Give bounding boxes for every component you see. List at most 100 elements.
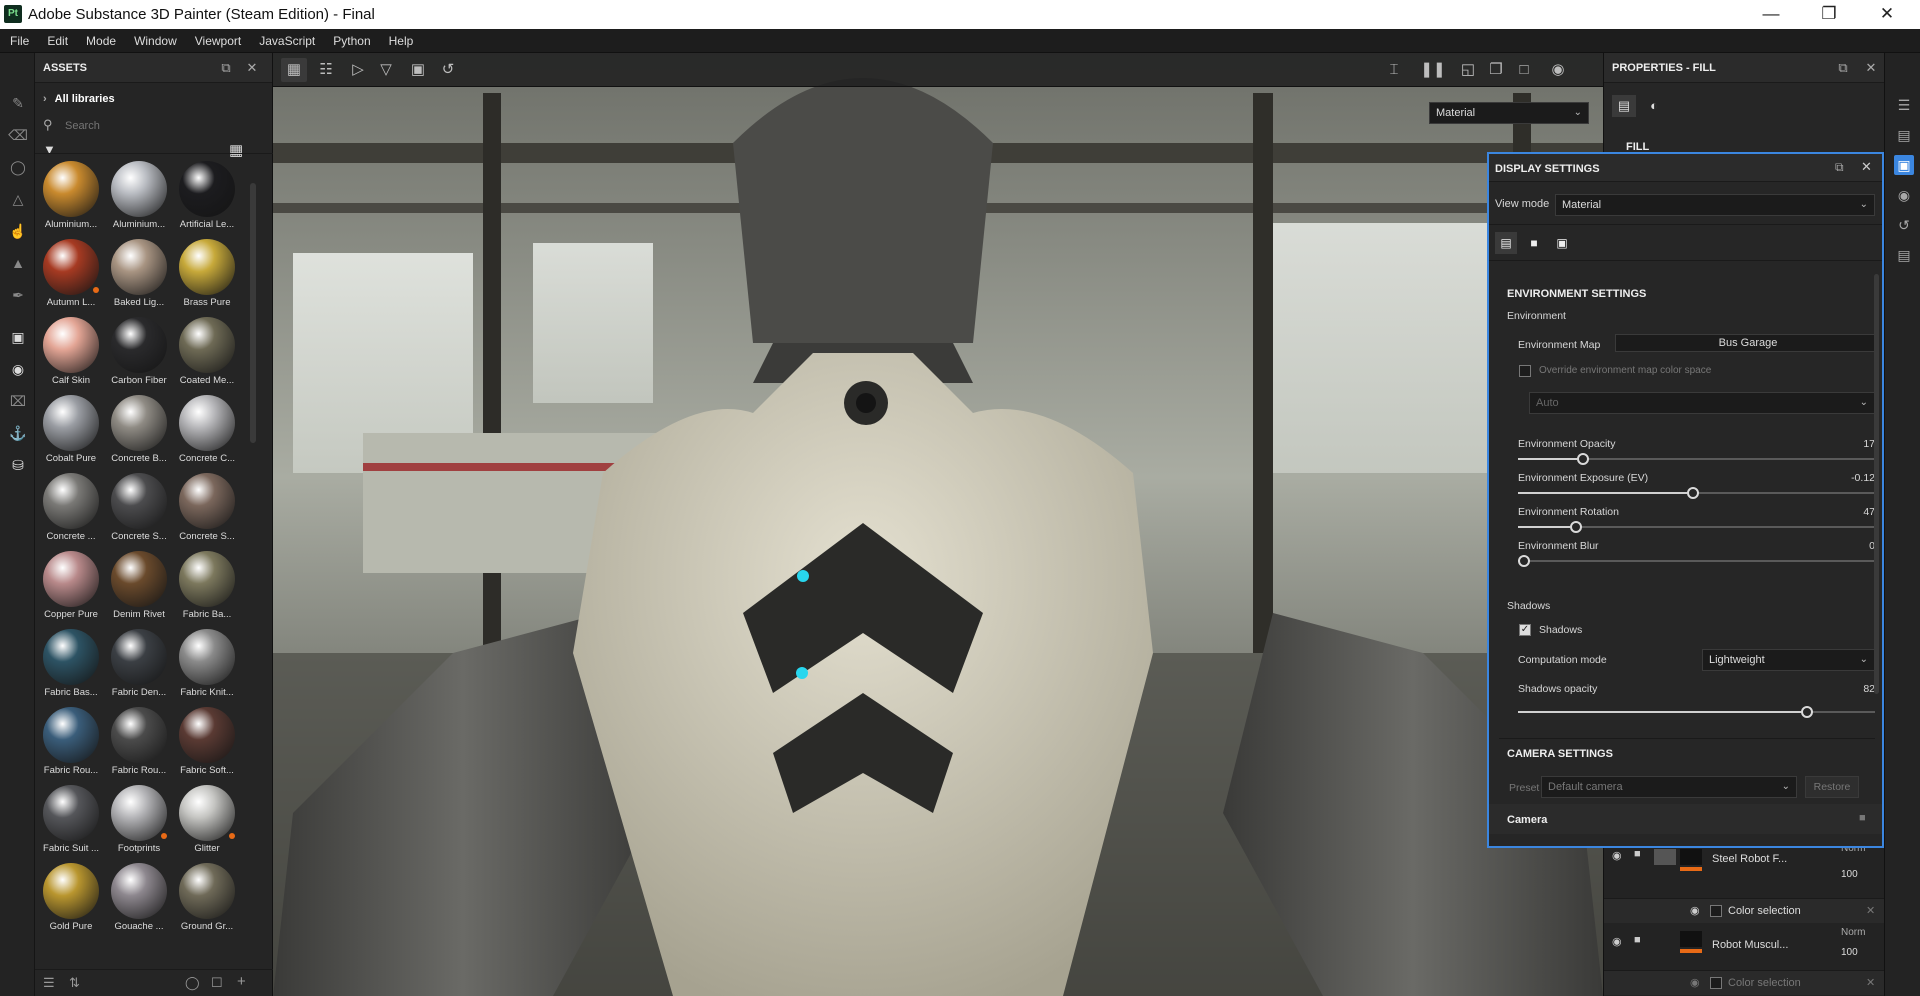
asset-thumbnail[interactable]: Concrete B... (107, 391, 171, 469)
asset-thumbnail[interactable]: Ground Gr... (175, 859, 239, 937)
eye-icon[interactable]: ◉ (1612, 935, 1622, 948)
fill-tab-icon[interactable]: ▤ (1612, 95, 1636, 117)
clone-stamp-icon[interactable]: ▲ (8, 253, 28, 273)
asset-thumbnail[interactable]: Calf Skin (39, 313, 103, 391)
log-icon[interactable]: ▤ (1894, 245, 1914, 265)
menu-file[interactable]: File (10, 29, 37, 53)
layer-row[interactable]: ◉ ■ Steel Robot F... Norm 100 (1604, 843, 1885, 899)
asset-thumbnail[interactable]: Fabric Soft... (175, 703, 239, 781)
camera-off-icon[interactable]: ⌶ (1381, 58, 1407, 82)
restore-button[interactable]: Restore (1805, 776, 1859, 798)
material-icon[interactable]: ◉ (8, 359, 28, 379)
blend-mode[interactable]: Norm (1841, 927, 1865, 938)
slider-knob[interactable] (1570, 521, 1582, 533)
undock-icon[interactable]: ⧉ (1835, 60, 1851, 76)
3d-viewport[interactable] (273, 53, 1603, 996)
asset-thumbnail[interactable]: Aluminium... (39, 157, 103, 235)
export-icon[interactable]: ⛁ (8, 455, 28, 475)
asset-thumbnail[interactable]: Fabric Rou... (107, 703, 171, 781)
environment-slider[interactable] (1518, 555, 1875, 567)
slider-knob[interactable] (1687, 487, 1699, 499)
mask-checkbox[interactable] (1710, 905, 1722, 917)
remove-icon[interactable]: ✕ (1866, 904, 1875, 917)
menu-mode[interactable]: Mode (86, 29, 124, 53)
asset-thumbnail[interactable]: Concrete C... (175, 391, 239, 469)
menu-javascript[interactable]: JavaScript (259, 29, 323, 53)
asset-thumbnail[interactable]: Fabric Ba... (175, 547, 239, 625)
asset-thumbnail[interactable]: Baked Lig... (107, 235, 171, 313)
asset-thumbnail[interactable]: Footprints (107, 781, 171, 859)
frame-icon[interactable]: ▣ (405, 58, 431, 82)
environment-slider[interactable] (1518, 487, 1875, 499)
screenshot-icon[interactable]: ◉ (1545, 58, 1571, 82)
asset-thumbnail[interactable]: Concrete S... (175, 469, 239, 547)
list-view-icon[interactable]: ☰ (43, 975, 55, 991)
smudge-icon[interactable]: ☝ (8, 221, 28, 241)
pause-icon[interactable]: ❚❚ (1420, 58, 1446, 82)
camera-tab-icon[interactable]: ■ (1523, 232, 1545, 254)
eraser-icon[interactable]: ⌫ (8, 125, 28, 145)
slider-knob[interactable] (1577, 453, 1589, 465)
library-selector[interactable]: › All libraries (43, 93, 115, 105)
slider-knob[interactable] (1801, 706, 1813, 718)
lock-icon[interactable]: ■ (1859, 812, 1866, 824)
layer-opacity[interactable]: 100 (1841, 869, 1858, 880)
view-2d-icon[interactable]: ◱ (1455, 58, 1481, 82)
eye-icon[interactable]: ◉ (1690, 904, 1700, 917)
display-settings-icon[interactable]: ▣ (1894, 155, 1914, 175)
asset-thumbnail[interactable]: Aluminium... (107, 157, 171, 235)
shadows-checkbox[interactable]: ✓ (1519, 624, 1531, 636)
minimize-button[interactable]: — (1742, 0, 1800, 29)
viewport-tab-icon[interactable]: ▣ (1551, 232, 1573, 254)
asset-thumbnail[interactable]: Gold Pure (39, 859, 103, 937)
refresh-icon[interactable]: ◯ (185, 975, 200, 991)
asset-thumbnail[interactable]: Concrete ... (39, 469, 103, 547)
new-folder-icon[interactable]: ☐ (211, 975, 223, 991)
camera-preset-select[interactable]: Default camera ⌄ (1541, 776, 1797, 798)
layer-row[interactable]: ◉ ■ Robot Muscul... Norm 100 (1604, 923, 1885, 971)
asset-thumbnail[interactable]: Coated Me... (175, 313, 239, 391)
environment-slider[interactable] (1518, 521, 1875, 533)
symmetry-icon[interactable]: ▦ (281, 58, 307, 82)
color-picker-icon[interactable]: ✒ (8, 285, 28, 305)
override-colorspace-checkbox[interactable] (1519, 365, 1531, 377)
environment-tab-icon[interactable]: ▤ (1495, 232, 1517, 254)
texture-set-icon[interactable]: ▤ (1894, 125, 1914, 145)
asset-thumbnail[interactable]: Fabric Bas... (39, 625, 103, 703)
view-3d-icon[interactable]: ❐ (1483, 58, 1509, 82)
tile-icon[interactable]: ☷ (313, 58, 339, 82)
menu-help[interactable]: Help (389, 29, 422, 53)
paint-brush-icon[interactable]: ✎ (8, 93, 28, 113)
history-icon[interactable]: ↺ (1894, 215, 1914, 235)
shader-icon[interactable]: ◉ (1894, 185, 1914, 205)
mirror-y-icon[interactable]: ▽ (373, 58, 399, 82)
asset-thumbnail[interactable]: Autumn L... (39, 235, 103, 313)
asset-thumbnail[interactable]: Fabric Suit ... (39, 781, 103, 859)
eye-icon[interactable]: ◉ (1612, 849, 1622, 862)
viewport-mode-select[interactable]: Material ⌄ (1429, 102, 1589, 124)
material-tab-icon[interactable]: ◐ (1642, 95, 1666, 117)
menu-viewport[interactable]: Viewport (195, 29, 249, 53)
remove-icon[interactable]: ✕ (1866, 976, 1875, 989)
asset-thumbnail[interactable]: Fabric Den... (107, 625, 171, 703)
close-icon[interactable]: ✕ (244, 60, 260, 76)
sort-icon[interactable]: ⇅ (69, 975, 80, 991)
bake-icon[interactable]: ▣ (8, 327, 28, 347)
asset-thumbnail[interactable]: Artificial Le... (175, 157, 239, 235)
asset-thumbnail[interactable]: Fabric Knit... (175, 625, 239, 703)
polygon-fill-icon[interactable]: △ (8, 189, 28, 209)
mask-checkbox[interactable] (1710, 977, 1722, 989)
asset-thumbnail[interactable]: Gouache ... (107, 859, 171, 937)
asset-thumbnail[interactable]: Cobalt Pure (39, 391, 103, 469)
layers-icon[interactable]: ☰ (1894, 95, 1914, 115)
eye-icon[interactable]: ◉ (1690, 976, 1700, 989)
measure-icon[interactable]: ⌧ (8, 391, 28, 411)
menu-edit[interactable]: Edit (47, 29, 76, 53)
history-icon[interactable]: ↺ (435, 58, 461, 82)
menu-window[interactable]: Window (134, 29, 185, 53)
add-icon[interactable]: + (237, 973, 246, 990)
mask-row[interactable]: ◉ Color selection ✕ (1604, 899, 1885, 923)
projection-icon[interactable]: ◯ (8, 157, 28, 177)
panel-scrollbar[interactable] (1874, 274, 1879, 694)
search-field[interactable]: ⚲ (43, 116, 263, 136)
